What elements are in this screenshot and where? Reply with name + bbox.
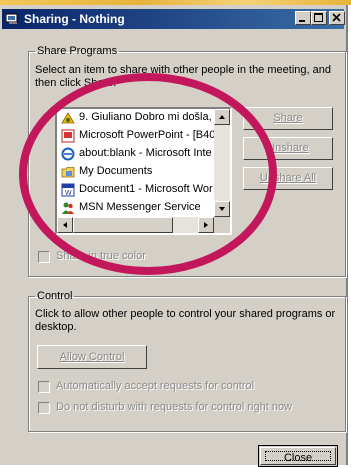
arrow-down-icon xyxy=(219,207,225,211)
list-item-label: 9. Giuliano Dobro mi došla, xyxy=(79,111,212,123)
unshare-button[interactable]: Unshare xyxy=(243,137,333,160)
unshare-button-label: Unshare xyxy=(267,142,309,154)
program-list[interactable]: 9. Giuliano Dobro mi došla, Microsoft Po… xyxy=(55,107,232,235)
arrow-up-icon xyxy=(219,115,225,119)
powerpoint-icon xyxy=(61,129,75,143)
list-item[interactable]: about:blank - Microsoft Inte xyxy=(59,145,215,163)
horizontal-scrollbar[interactable] xyxy=(57,217,214,233)
maximize-button[interactable] xyxy=(311,11,327,25)
allow-control-button[interactable]: Allow Control xyxy=(37,345,147,369)
word-icon: W xyxy=(61,183,75,197)
true-color-checkbox[interactable] xyxy=(38,251,50,263)
list-item-label: MSN Messenger Service xyxy=(79,201,201,213)
do-not-disturb-label: Do not disturb with requests for control… xyxy=(56,401,293,413)
share-button-label: Share xyxy=(273,112,303,124)
true-color-label: Share in true color xyxy=(56,250,146,262)
auto-accept-label: Automatically accept requests for contro… xyxy=(56,380,255,392)
sharing-icon xyxy=(6,13,18,24)
sharing-dialog: Sharing - Nothing Share Programs Select … xyxy=(0,5,348,467)
internet-explorer-icon xyxy=(61,147,75,161)
close-button-label: Close xyxy=(265,451,331,464)
list-item[interactable]: Microsoft PowerPoint - [B40 xyxy=(59,127,215,145)
list-item[interactable]: W Document1 - Microsoft Wor xyxy=(59,181,215,199)
scrollbar-corner xyxy=(214,217,230,233)
arrow-left-icon xyxy=(63,222,67,228)
media-player-icon xyxy=(61,112,75,124)
share-programs-legend: Share Programs xyxy=(37,45,118,57)
control-instruction: Click to allow other people to control y… xyxy=(35,308,336,333)
list-item-label: about:blank - Microsoft Inte xyxy=(79,147,212,159)
arrow-right-icon xyxy=(204,222,208,228)
folder-icon xyxy=(61,167,75,178)
scroll-left-button[interactable] xyxy=(57,217,73,233)
do-not-disturb-checkbox[interactable] xyxy=(38,402,50,414)
allow-control-label: Allow Control xyxy=(59,351,125,363)
auto-accept-checkbox[interactable] xyxy=(38,381,50,393)
title-bar[interactable]: Sharing - Nothing xyxy=(2,9,345,29)
scroll-down-button[interactable] xyxy=(214,201,230,217)
share-instruction: Select an item to share with other peopl… xyxy=(35,64,331,89)
vertical-scrollbar[interactable] xyxy=(214,109,230,217)
scroll-thumb[interactable] xyxy=(73,217,173,233)
list-item-label: My Documents xyxy=(79,165,153,177)
scroll-right-button[interactable] xyxy=(198,217,214,233)
list-item[interactable]: My Documents xyxy=(59,163,215,181)
svg-text:W: W xyxy=(65,190,72,197)
close-window-button[interactable] xyxy=(329,11,345,25)
maximize-icon xyxy=(314,13,323,22)
unshare-all-button-label: Unshare All xyxy=(259,172,317,184)
minimize-icon xyxy=(299,20,305,22)
unshare-all-button[interactable]: Unshare All xyxy=(243,167,333,190)
window-title: Sharing - Nothing xyxy=(24,12,125,26)
share-button[interactable]: Share xyxy=(243,107,333,130)
scroll-up-button[interactable] xyxy=(214,109,230,125)
list-item-label: Document1 - Microsoft Wor xyxy=(79,183,213,195)
list-item-label: Microsoft PowerPoint - [B40 xyxy=(79,129,215,141)
list-item[interactable]: 9. Giuliano Dobro mi došla, xyxy=(59,109,215,127)
close-button-face: Close xyxy=(260,447,336,465)
close-button[interactable]: Close xyxy=(258,445,338,467)
messenger-icon xyxy=(62,202,74,214)
list-item[interactable]: MSN Messenger Service xyxy=(59,199,215,217)
minimize-button[interactable] xyxy=(295,11,311,25)
close-icon xyxy=(332,13,341,22)
control-legend: Control xyxy=(37,290,73,302)
